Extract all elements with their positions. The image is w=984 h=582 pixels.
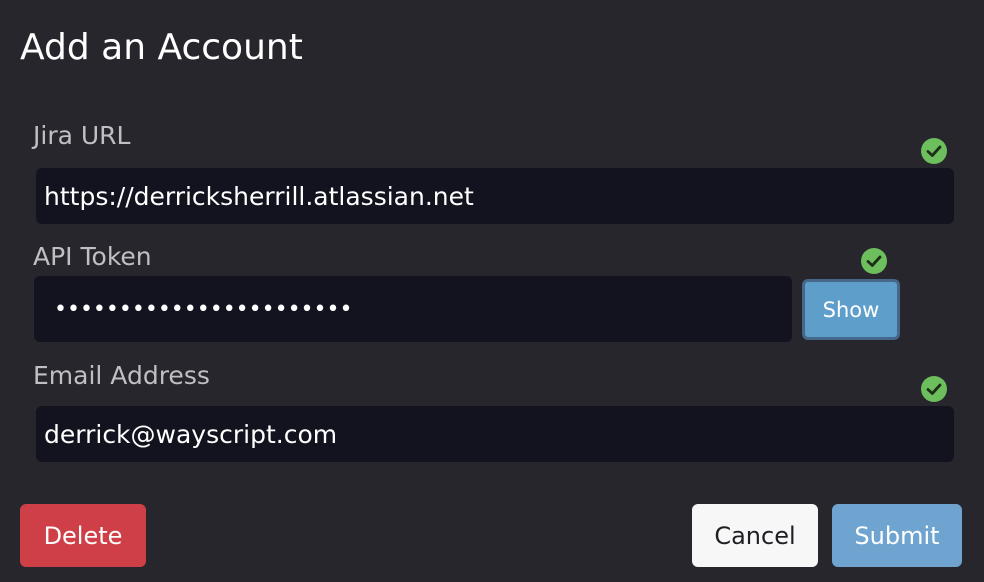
- api-token-input[interactable]: •••••••••••••••••••••••: [34, 276, 792, 342]
- jira-url-valid-check-icon: [921, 138, 947, 164]
- show-token-button[interactable]: Show: [802, 279, 900, 340]
- jira-url-label: Jira URL: [33, 121, 131, 150]
- delete-button[interactable]: Delete: [20, 504, 146, 567]
- email-valid-check-icon: [921, 376, 947, 402]
- api-token-valid-check-icon: [861, 248, 887, 274]
- api-token-label: API Token: [33, 242, 152, 271]
- add-account-dialog: Add an Account Jira URL https://derricks…: [0, 0, 984, 582]
- cancel-button[interactable]: Cancel: [692, 504, 818, 567]
- jira-url-input[interactable]: https://derricksherrill.atlassian.net: [36, 168, 954, 224]
- email-address-label: Email Address: [33, 361, 210, 390]
- dialog-title: Add an Account: [20, 27, 303, 68]
- submit-button[interactable]: Submit: [832, 504, 962, 567]
- email-address-input[interactable]: derrick@wayscript.com: [36, 406, 954, 462]
